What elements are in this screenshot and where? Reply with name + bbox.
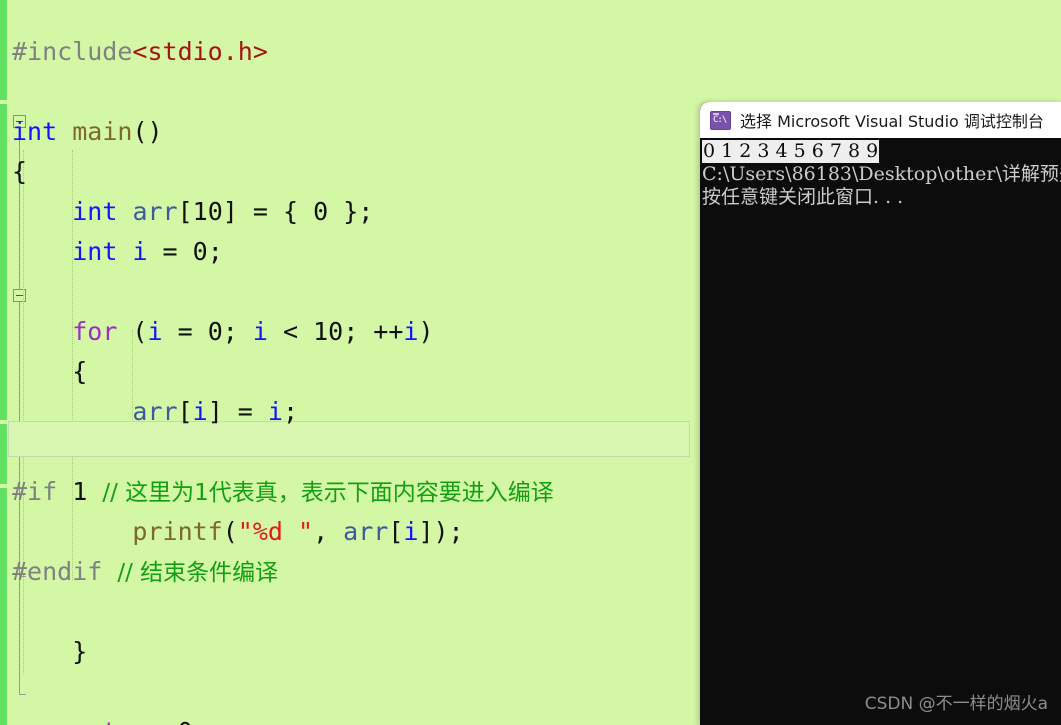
code-line[interactable]	[0, 72, 12, 112]
code-line[interactable]	[0, 592, 12, 632]
code-token-number: 10	[192, 197, 223, 226]
code-token-punctuation: ;	[282, 397, 299, 426]
code-line[interactable]: {	[0, 352, 87, 392]
code-token-number: 0	[178, 717, 193, 725]
code-token-punctuation: ; ++	[343, 317, 404, 346]
code-token-comment: // 这里为1代表真，表示下面内容要进入编译	[102, 480, 554, 506]
code-token-control: for	[72, 317, 118, 346]
code-token-number: 0	[192, 237, 208, 266]
code-token-variable: arr	[132, 397, 178, 426]
code-token-punctuation: =	[162, 317, 208, 346]
code-token-punctuation: {	[12, 357, 88, 386]
code-token-ident: i	[192, 397, 208, 426]
code-token-punctuation: };	[328, 197, 374, 226]
code-line[interactable]: for (i = 0; i < 10; ++i)	[0, 312, 434, 352]
code-token-number: 0	[313, 197, 329, 226]
code-token-punctuation: <	[267, 317, 314, 346]
code-token-preprocessor: #if	[12, 477, 58, 506]
code-token-string: "%d "	[237, 517, 314, 546]
console-prompt-line: 按任意键关闭此窗口. . .	[702, 186, 904, 208]
console-title-bar[interactable]: C:\ 选择 Microsoft Visual Studio 调试控制台	[700, 102, 1061, 138]
code-token-punctuation: [	[388, 517, 404, 546]
code-token-punctuation: }	[12, 637, 88, 666]
code-token-comment: // 结束条件编译	[117, 560, 279, 586]
watermark: CSDN @不一样的烟火a	[864, 694, 1048, 714]
code-line[interactable]: #include<stdio.h>	[0, 32, 268, 72]
console-output-area[interactable]: 0 1 2 3 4 5 6 7 8 9 C:\Users\86183\Deskt…	[700, 138, 1061, 725]
code-line[interactable]: }	[0, 632, 87, 672]
code-token-ident: i	[403, 317, 419, 346]
code-token-number: 0	[207, 317, 223, 346]
console-title-text: 选择 Microsoft Visual Studio 调试控制台	[740, 112, 1044, 131]
code-line[interactable]: #endif // 结束条件编译	[0, 552, 278, 592]
code-token-ident: i	[132, 237, 148, 266]
debug-console-window[interactable]: C:\ 选择 Microsoft Visual Studio 调试控制台 0 1…	[700, 102, 1061, 725]
code-token-punctuation: ;	[207, 237, 223, 266]
collapse-toggle-for[interactable]	[13, 289, 26, 302]
code-token-preprocessor: #endif	[12, 557, 103, 586]
code-token-punctuation: [	[177, 197, 193, 226]
code-token-punctuation: )	[418, 317, 434, 346]
code-token-punctuation: [	[177, 397, 193, 426]
code-token-punctuation: ()	[132, 117, 163, 146]
code-token-function: printf	[132, 517, 223, 546]
code-line[interactable]: arr[i] = i;	[0, 392, 298, 432]
code-token-punctuation: ,	[313, 517, 344, 546]
code-token-number: 1	[72, 477, 88, 506]
code-token-ident: i	[267, 397, 283, 426]
code-token-punctuation: ;	[193, 717, 208, 725]
code-token-function: main	[72, 117, 133, 146]
console-output-line: 0 1 2 3 4 5 6 7 8 9	[702, 140, 1061, 163]
code-token-keyword: int	[72, 237, 118, 266]
code-line[interactable]: printf("%d ", arr[i]);	[0, 512, 464, 552]
code-token-punctuation: ] =	[207, 397, 268, 426]
code-token-keyword: int	[12, 117, 58, 146]
code-token-punctuation: ;	[222, 317, 253, 346]
code-token-punctuation: ]);	[418, 517, 464, 546]
code-line[interactable]: return 0;	[0, 712, 208, 725]
code-token-variable: arr	[132, 197, 178, 226]
code-token-punctuation: {	[12, 157, 28, 186]
code-token-punctuation: (	[117, 317, 148, 346]
console-path-line: C:\Users\86183\Desktop\other\详解预处	[702, 163, 1061, 185]
code-token-punctuation: (	[222, 517, 238, 546]
console-app-icon: C:\	[710, 110, 731, 130]
code-token-ident: i	[252, 317, 268, 346]
code-token-number: 10	[313, 317, 344, 346]
code-token-include-path: <stdio.h>	[132, 37, 268, 66]
code-line[interactable]: int main()	[0, 112, 163, 152]
code-line[interactable]	[0, 272, 12, 312]
code-token-preprocessor: #include	[12, 37, 133, 66]
code-token-ident: i	[147, 317, 163, 346]
code-line[interactable]: int arr[10] = { 0 };	[0, 192, 373, 232]
code-line[interactable]: int i = 0;	[0, 232, 223, 272]
code-line[interactable]: {	[0, 152, 27, 192]
code-token-variable: arr	[343, 517, 389, 546]
code-token-ident: i	[403, 517, 419, 546]
code-token-keyword: int	[72, 197, 118, 226]
code-token-punctuation: ] = {	[222, 197, 314, 226]
code-token-punctuation: =	[147, 237, 193, 266]
screenshot-root: #include<stdio.h> int main(){ int arr[10]…	[0, 0, 1061, 725]
code-token-control: return	[72, 717, 162, 725]
code-line[interactable]: #if 1 // 这里为1代表真，表示下面内容要进入编译	[0, 472, 554, 512]
code-line[interactable]	[0, 432, 12, 472]
code-line[interactable]	[0, 672, 12, 712]
console-selected-text: 0 1 2 3 4 5 6 7 8 9	[702, 140, 880, 163]
